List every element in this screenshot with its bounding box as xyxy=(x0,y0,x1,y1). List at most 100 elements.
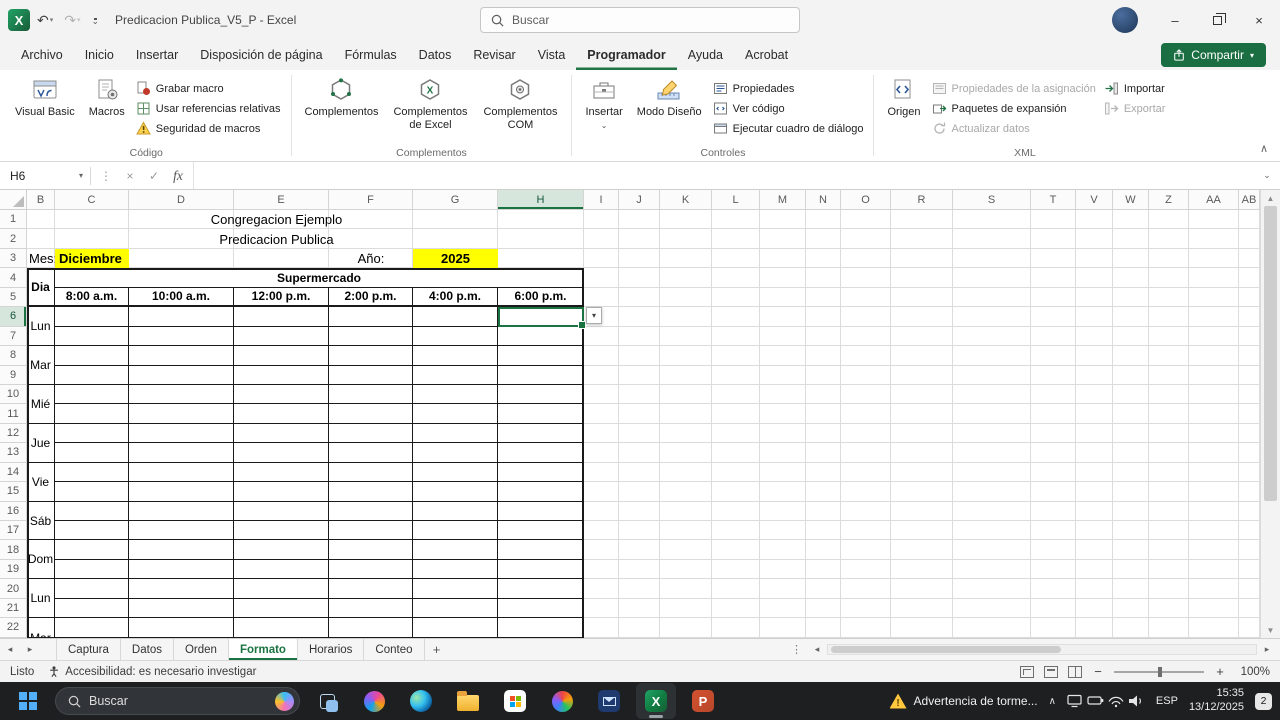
cell-V10[interactable] xyxy=(1076,384,1113,405)
confirm-entry-icon[interactable]: ✓ xyxy=(143,165,165,187)
cell-R3[interactable] xyxy=(891,248,953,269)
cell-J15[interactable] xyxy=(619,482,660,502)
cell-I14[interactable] xyxy=(584,462,619,483)
table-cell-D15[interactable] xyxy=(129,482,234,502)
cell-J20[interactable] xyxy=(619,579,660,599)
table-cell-D12[interactable] xyxy=(129,423,234,444)
cell-I16[interactable] xyxy=(584,501,619,521)
cell-O9[interactable] xyxy=(841,365,891,385)
cell-I3[interactable] xyxy=(584,248,619,269)
table-cell-F13[interactable] xyxy=(329,443,413,463)
scroll-up-icon[interactable]: ▲ xyxy=(1261,190,1280,206)
table-cell-H17[interactable] xyxy=(498,521,584,541)
table-cell-E7[interactable] xyxy=(234,326,329,347)
cell-W2[interactable] xyxy=(1113,229,1149,249)
cell-S3[interactable] xyxy=(953,248,1031,269)
row-header-10[interactable]: 10 xyxy=(0,384,27,405)
cell-Z17[interactable] xyxy=(1149,521,1189,541)
cell-V8[interactable] xyxy=(1076,346,1113,366)
cell-L22[interactable] xyxy=(712,618,760,638)
cell-E3[interactable] xyxy=(234,248,329,269)
cell-R18[interactable] xyxy=(891,540,953,560)
scroll-down-icon[interactable]: ▼ xyxy=(1261,622,1280,638)
cell-S4[interactable] xyxy=(953,268,1031,288)
row-header-1[interactable]: 1 xyxy=(0,210,27,230)
horizontal-scroll-thumb[interactable] xyxy=(831,646,1061,653)
cell-AB12[interactable] xyxy=(1239,423,1260,444)
cell-ano-value[interactable]: 2025 xyxy=(413,248,498,269)
cell-B2[interactable] xyxy=(27,229,55,249)
cell-AB10[interactable] xyxy=(1239,384,1260,405)
cell-J17[interactable] xyxy=(619,521,660,541)
cell-Z15[interactable] xyxy=(1149,482,1189,502)
table-cell-E13[interactable] xyxy=(234,443,329,463)
cell-AA18[interactable] xyxy=(1189,540,1239,560)
cell-V3[interactable] xyxy=(1076,248,1113,269)
cell-J21[interactable] xyxy=(619,598,660,619)
zoom-level[interactable]: 100% xyxy=(1236,666,1270,678)
column-header-S[interactable]: S xyxy=(953,190,1031,210)
cell-W16[interactable] xyxy=(1113,501,1149,521)
cell-M1[interactable] xyxy=(760,210,806,230)
new-sheet-button[interactable]: + xyxy=(425,642,449,657)
row-header-4[interactable]: 4 xyxy=(0,268,27,288)
table-cell-E9[interactable] xyxy=(234,365,329,385)
cell-M2[interactable] xyxy=(760,229,806,249)
cell-O21[interactable] xyxy=(841,598,891,619)
cell-I1[interactable] xyxy=(584,210,619,230)
column-header-AA[interactable]: AA xyxy=(1189,190,1239,210)
store-button[interactable] xyxy=(495,683,535,719)
column-header-Z[interactable]: Z xyxy=(1149,190,1189,210)
row-header-20[interactable]: 20 xyxy=(0,579,27,599)
cell-W9[interactable] xyxy=(1113,365,1149,385)
cell-V19[interactable] xyxy=(1076,559,1113,580)
table-cell-G20[interactable] xyxy=(413,579,498,599)
column-header-L[interactable]: L xyxy=(712,190,760,210)
cell-AA6[interactable] xyxy=(1189,307,1239,327)
cell-K16[interactable] xyxy=(660,501,712,521)
cell-N12[interactable] xyxy=(806,423,841,444)
table-cell-C8[interactable] xyxy=(55,346,129,366)
sheet-tab-horarios[interactable]: Horarios xyxy=(298,639,365,660)
cell-V9[interactable] xyxy=(1076,365,1113,385)
accessibility-checker[interactable]: Accesibilidad: es necesario investigar xyxy=(48,665,256,678)
ejecutar-cuadro-dialogo-button[interactable]: Ejecutar cuadro de diálogo xyxy=(713,121,863,136)
actualizar-datos-button[interactable]: Actualizar datos xyxy=(932,121,1096,136)
table-cell-C10[interactable] xyxy=(55,384,129,405)
table-cell-G13[interactable] xyxy=(413,443,498,463)
tab-programador[interactable]: Programador xyxy=(576,40,677,70)
cell-L8[interactable] xyxy=(712,346,760,366)
maximize-button[interactable] xyxy=(1196,0,1238,40)
cell-M12[interactable] xyxy=(760,423,806,444)
table-cell-E10[interactable] xyxy=(234,384,329,405)
table-cell-E6[interactable] xyxy=(234,307,329,327)
cell-M20[interactable] xyxy=(760,579,806,599)
cell-W18[interactable] xyxy=(1113,540,1149,560)
cell-N5[interactable] xyxy=(806,287,841,308)
table-cell-D16[interactable] xyxy=(129,501,234,521)
table-cell-C12[interactable] xyxy=(55,423,129,444)
cell-AB4[interactable] xyxy=(1239,268,1260,288)
referencias-relativas-button[interactable]: Usar referencias relativas xyxy=(136,101,281,116)
cell-N21[interactable] xyxy=(806,598,841,619)
cell-AA22[interactable] xyxy=(1189,618,1239,638)
cell-H3[interactable] xyxy=(498,248,584,269)
cell-L7[interactable] xyxy=(712,326,760,347)
cell-S18[interactable] xyxy=(953,540,1031,560)
cell-Z14[interactable] xyxy=(1149,462,1189,483)
cell-R14[interactable] xyxy=(891,462,953,483)
insert-function-icon[interactable]: fx xyxy=(167,165,189,187)
cell-J9[interactable] xyxy=(619,365,660,385)
table-cell-G11[interactable] xyxy=(413,404,498,424)
table-cell-C14[interactable] xyxy=(55,462,129,483)
cell-N15[interactable] xyxy=(806,482,841,502)
cell-AA10[interactable] xyxy=(1189,384,1239,405)
cell-N8[interactable] xyxy=(806,346,841,366)
cell-J13[interactable] xyxy=(619,443,660,463)
macros-button[interactable]: Macros xyxy=(82,73,132,119)
cell-W3[interactable] xyxy=(1113,248,1149,269)
cell-T11[interactable] xyxy=(1031,404,1076,424)
cell-W21[interactable] xyxy=(1113,598,1149,619)
sheet-tab-orden[interactable]: Orden xyxy=(174,639,229,660)
cell-H1[interactable] xyxy=(498,210,584,230)
